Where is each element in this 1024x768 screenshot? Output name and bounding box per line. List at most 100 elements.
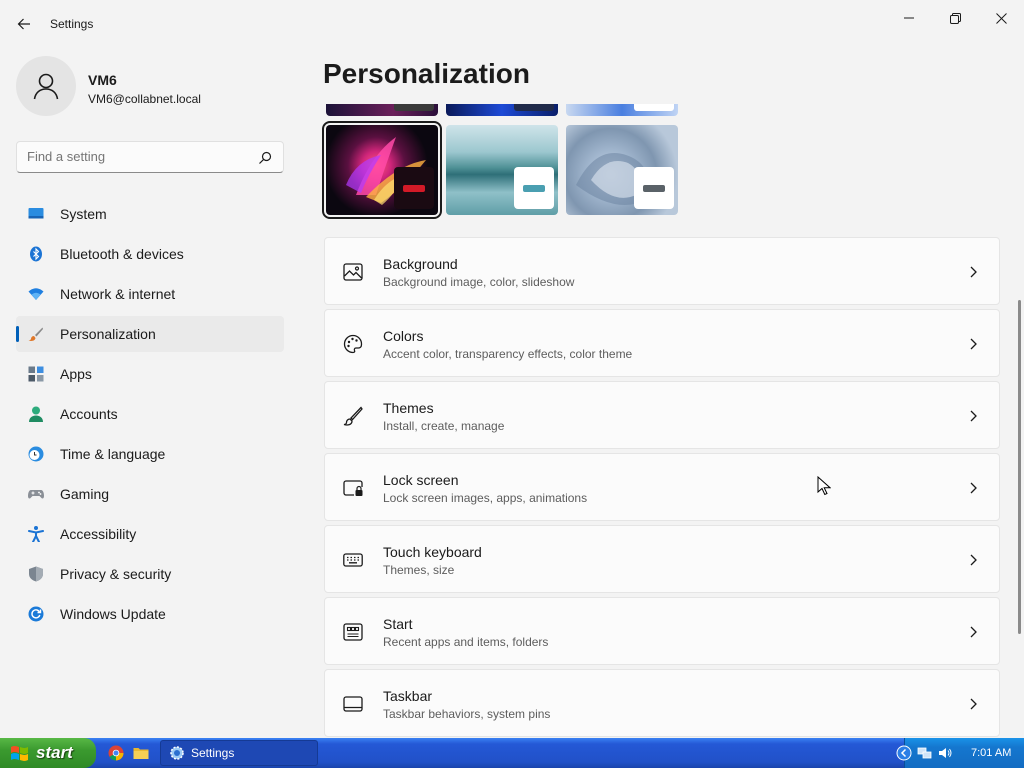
sidebar-item-label: Accounts (60, 406, 118, 422)
theme-accent-badge (514, 167, 554, 209)
card-subtitle: Themes, size (383, 563, 455, 577)
sidebar-item-label: Network & internet (60, 286, 176, 302)
paintbrush-icon (28, 327, 43, 341)
maximize-icon (949, 12, 961, 24)
tray-expand-icon[interactable] (896, 745, 912, 761)
theme-glow-thumbnail[interactable] (322, 121, 442, 219)
sidebar-item-label: Privacy & security (60, 566, 172, 582)
card-title: Start (383, 616, 413, 632)
minimize-button[interactable] (886, 4, 932, 32)
brush-icon (343, 406, 363, 426)
volume-icon[interactable] (937, 745, 953, 761)
taskbar-clock: 7:01 AM (971, 747, 1012, 759)
back-arrow-icon (17, 18, 30, 30)
sidebar-item-bluetooth[interactable]: Bluetooth & devices (16, 236, 284, 272)
card-title: Background (383, 256, 458, 272)
keyboard-icon (343, 553, 363, 567)
background-card[interactable]: Background Background image, color, slid… (324, 237, 1000, 305)
sidebar-item-personalization[interactable]: Personalization (16, 316, 284, 352)
chevron-right-icon (970, 554, 977, 566)
window-title: Settings (50, 17, 94, 31)
card-title: Taskbar (383, 688, 433, 704)
sidebar-item-label: Apps (60, 366, 92, 382)
search-icon[interactable] (257, 150, 273, 166)
start-card[interactable]: Start Recent apps and items, folders (324, 597, 1000, 665)
os-taskbar: start Settings 7:01 AM (0, 738, 1024, 768)
theme-gallery (322, 121, 682, 219)
close-icon (995, 12, 1007, 24)
chrome-icon[interactable] (108, 745, 124, 761)
card-title: Themes (383, 400, 434, 416)
folder-icon[interactable] (133, 745, 149, 761)
profile-name: VM6 (88, 72, 117, 88)
theme-thumbnail[interactable] (566, 104, 678, 116)
sidebar-item-label: Personalization (60, 326, 156, 342)
taskbar-card[interactable]: Taskbar Taskbar behaviors, system pins (324, 669, 1000, 737)
user-icon (33, 73, 59, 100)
sidebar-item-gaming[interactable]: Gaming (16, 476, 284, 512)
scrollbar-thumb[interactable] (1018, 300, 1021, 634)
theme-row-partial (326, 104, 686, 116)
system-tray: 7:01 AM (896, 738, 1024, 768)
chevron-right-icon (970, 410, 977, 422)
sidebar-item-accounts[interactable]: Accounts (16, 396, 284, 432)
back-button[interactable] (10, 10, 38, 38)
sidebar-item-apps[interactable]: Apps (16, 356, 284, 392)
theme-accent-badge (394, 167, 434, 209)
user-profile[interactable]: VM6 VM6@collabnet.local (16, 56, 286, 118)
theme-captured-motion-thumbnail[interactable] (446, 125, 558, 215)
card-title: Colors (383, 328, 424, 344)
theme-thumbnail[interactable] (446, 104, 558, 116)
close-button[interactable] (978, 4, 1024, 32)
mouse-cursor-icon (817, 476, 831, 496)
maximize-button[interactable] (932, 4, 978, 32)
taskbar-settings-button[interactable]: Settings (160, 740, 318, 766)
theme-accent-bar (643, 184, 665, 192)
sidebar-item-windows-update[interactable]: Windows Update (16, 596, 284, 632)
theme-accent-bar (523, 184, 545, 192)
chevron-right-icon (970, 626, 977, 638)
sidebar-item-label: Time & language (60, 446, 166, 462)
sidebar-nav: System Bluetooth & devices Network & int… (16, 196, 284, 636)
sidebar-item-privacy[interactable]: Privacy & security (16, 556, 284, 592)
card-title: Touch keyboard (383, 544, 482, 560)
theme-flow-thumbnail[interactable] (566, 125, 678, 215)
search-input[interactable] (27, 149, 247, 164)
lock-screen-card[interactable]: Lock screen Lock screen images, apps, an… (324, 453, 1000, 521)
shield-icon (29, 566, 43, 582)
main-content: Background Background image, color, slid… (320, 104, 1010, 738)
sidebar-item-accessibility[interactable]: Accessibility (16, 516, 284, 552)
profile-email: VM6@collabnet.local (88, 92, 201, 106)
title-bar: Settings (0, 0, 1024, 48)
chevron-right-icon (970, 698, 977, 710)
page-title: Personalization (323, 58, 530, 89)
themes-card[interactable]: Themes Install, create, manage (324, 381, 1000, 449)
card-subtitle: Lock screen images, apps, animations (383, 491, 588, 505)
card-subtitle: Recent apps and items, folders (383, 635, 549, 649)
touch-keyboard-card[interactable]: Touch keyboard Themes, size (324, 525, 1000, 593)
search-box[interactable] (16, 141, 284, 173)
colors-card[interactable]: Colors Accent color, transparency effect… (324, 309, 1000, 377)
settings-gear-icon (170, 746, 184, 760)
sidebar-item-network[interactable]: Network & internet (16, 276, 284, 312)
sidebar-item-label: Accessibility (60, 526, 137, 542)
sidebar-item-system[interactable]: System (16, 196, 284, 232)
card-subtitle: Taskbar behaviors, system pins (383, 707, 551, 721)
start-icon (343, 623, 363, 641)
card-subtitle: Background image, color, slideshow (383, 275, 575, 289)
start-label: start (36, 743, 73, 762)
update-icon (28, 606, 44, 622)
chevron-right-icon (970, 482, 977, 494)
theme-accent-bar (403, 184, 425, 192)
accounts-icon (29, 406, 43, 422)
avatar[interactable] (16, 56, 76, 116)
sidebar-item-time-language[interactable]: Time & language (16, 436, 284, 472)
sidebar-item-label: Bluetooth & devices (60, 246, 184, 262)
sidebar-item-label: Gaming (60, 486, 110, 502)
card-subtitle: Accent color, transparency effects, colo… (383, 347, 633, 361)
network-icon[interactable] (917, 745, 933, 761)
chevron-right-icon (970, 338, 977, 350)
start-button[interactable]: start (0, 738, 96, 768)
theme-thumbnail[interactable] (326, 104, 438, 116)
theme-accent-badge (634, 167, 674, 209)
